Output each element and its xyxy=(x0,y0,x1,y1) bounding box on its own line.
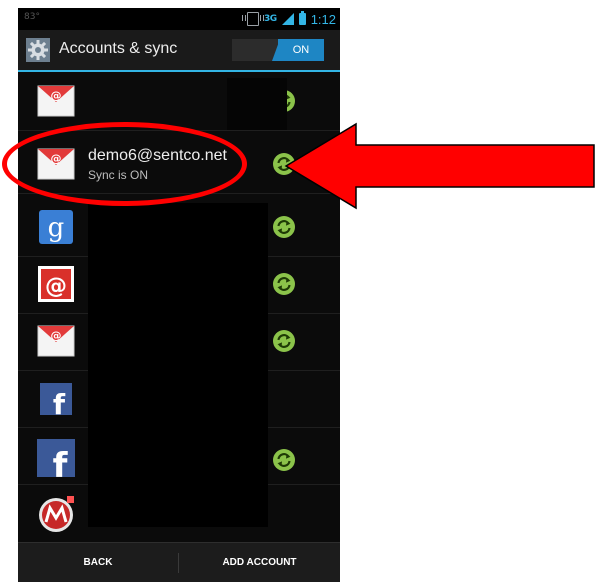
signal-icon xyxy=(281,13,294,25)
settings-gear-icon[interactable] xyxy=(26,38,50,62)
vibrate-icon xyxy=(242,12,265,26)
sync-icon xyxy=(273,330,295,352)
sync-icon xyxy=(273,216,295,238)
motorola-icon xyxy=(39,496,74,532)
pointer-arrow-icon xyxy=(284,122,595,210)
status-bar: 83° 3G 1:12 xyxy=(18,8,340,30)
facebook-icon: f xyxy=(40,383,72,415)
sync-icon xyxy=(273,273,295,295)
back-button[interactable]: BACK xyxy=(18,543,178,582)
svg-text:@: @ xyxy=(45,274,67,299)
email-envelope-icon: @ xyxy=(37,325,75,357)
svg-text:f: f xyxy=(53,388,66,415)
email-envelope-icon: @ xyxy=(37,85,75,117)
phone-screen: 83° 3G 1:12 Accounts & sync ON @ @ demo6… xyxy=(18,8,340,582)
battery-icon xyxy=(298,11,306,25)
google-icon: g xyxy=(39,210,73,244)
svg-text:f: f xyxy=(53,446,69,477)
status-time: 1:12 xyxy=(310,11,336,27)
sync-master-switch[interactable]: ON xyxy=(232,39,324,61)
page-title: Accounts & sync xyxy=(59,40,178,57)
switch-on-label: ON xyxy=(278,39,324,61)
highlight-ellipse xyxy=(2,122,247,206)
network-3g-icon: 3G xyxy=(264,13,277,24)
svg-text:@: @ xyxy=(51,89,62,102)
redaction-block xyxy=(88,203,268,527)
sync-icon xyxy=(273,449,295,471)
email-stamp-icon: @ xyxy=(38,266,74,302)
facebook-icon: f xyxy=(37,439,75,477)
svg-text:@: @ xyxy=(51,329,62,342)
svg-text:g: g xyxy=(48,213,65,243)
status-icons: 3G 1:12 xyxy=(242,11,336,27)
bottom-bar: BACK ADD ACCOUNT xyxy=(18,542,340,582)
add-account-button[interactable]: ADD ACCOUNT xyxy=(179,543,340,582)
action-bar: Accounts & sync ON xyxy=(18,30,340,72)
redaction-block xyxy=(227,78,287,130)
status-left-text: 83° xyxy=(24,12,40,22)
